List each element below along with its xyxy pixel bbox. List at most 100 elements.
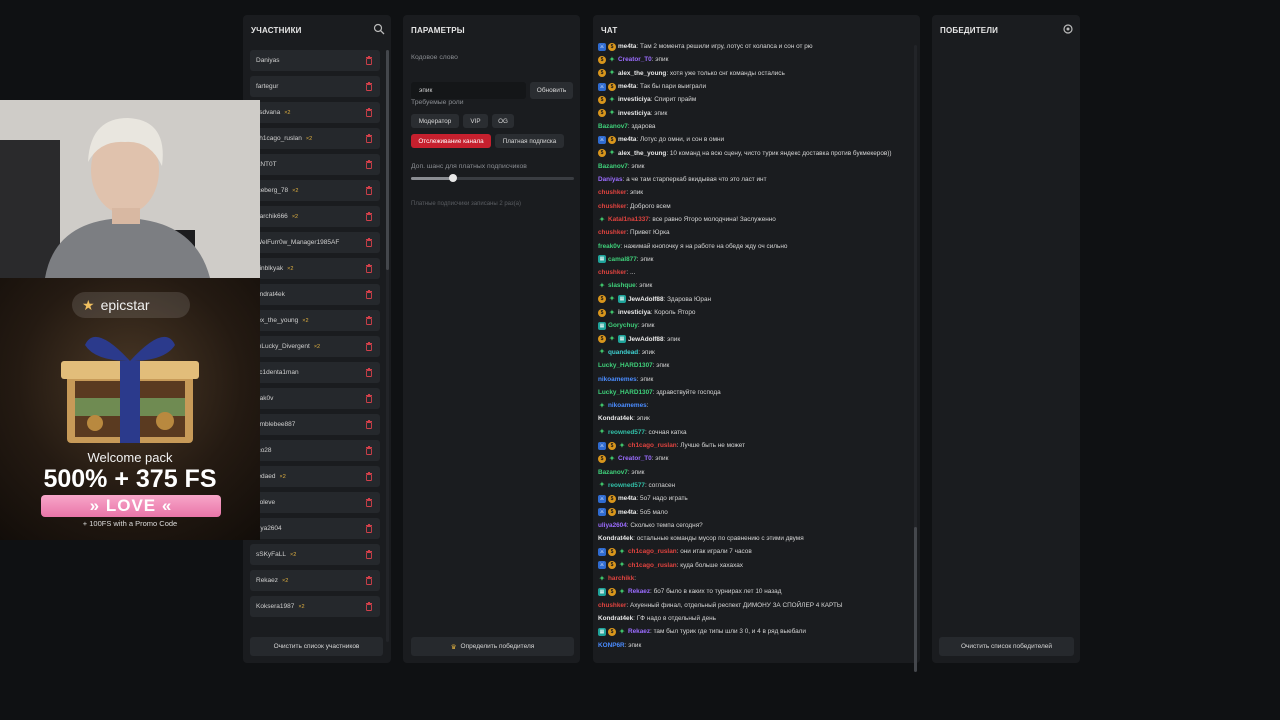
chat-username[interactable]: Bazanov7 <box>598 469 628 476</box>
keyword-input[interactable]: эпик <box>411 82 526 99</box>
chat-username[interactable]: chushker <box>598 229 626 236</box>
chat-username[interactable]: quandead <box>608 349 638 356</box>
participant-item[interactable]: iliya2604 <box>250 518 380 539</box>
participant-item[interactable]: ANT0T <box>250 154 380 175</box>
trash-icon[interactable] <box>365 446 373 455</box>
chat-username[interactable]: Rekaez <box>628 628 650 635</box>
chat-username[interactable]: Bazanov7 <box>598 163 628 170</box>
chat-username[interactable]: uliya2604 <box>598 522 627 529</box>
chat-username[interactable]: Gorychuy <box>608 322 638 329</box>
participant-item[interactable]: eak0v <box>250 388 380 409</box>
chat-username[interactable]: freak0v <box>598 243 620 250</box>
participant-item[interactable]: hinblkyak ×2 <box>250 258 380 279</box>
chat-username[interactable]: Creator_T0 <box>618 56 652 63</box>
participant-item[interactable]: ch1cago_ruslan ×2 <box>250 128 380 149</box>
chat-username[interactable]: investiciya <box>618 110 651 117</box>
trash-icon[interactable] <box>365 342 373 351</box>
participant-item[interactable]: ico28 <box>250 440 380 461</box>
trash-icon[interactable] <box>365 212 373 221</box>
role-og-chip[interactable]: OG <box>492 114 514 128</box>
chat-username[interactable]: reowned577 <box>608 429 645 436</box>
chat-username[interactable]: harchikk <box>608 575 634 582</box>
chat-username[interactable]: Kondrat4ek <box>598 415 633 422</box>
pick-winner-button[interactable]: ♛ Определить победителя <box>411 637 574 656</box>
chat-username[interactable]: JewAdolf88 <box>628 336 664 343</box>
participant-item[interactable]: ondrat4ek <box>250 284 380 305</box>
participant-item[interactable]: ledaed ×2 <box>250 466 380 487</box>
chat-username[interactable]: Rekaez <box>628 588 650 595</box>
chat-username[interactable]: chushker <box>598 269 626 276</box>
chat-username[interactable]: ch1cago_ruslan <box>628 442 677 449</box>
chat-username[interactable]: Lucky_HARD1307 <box>598 389 653 396</box>
trash-icon[interactable] <box>365 550 373 559</box>
chat-username[interactable]: ch1cago_ruslan <box>628 548 677 555</box>
chat-username[interactable]: KONP6R <box>598 642 625 649</box>
participant-item[interactable]: fartegur <box>250 76 380 97</box>
trash-icon[interactable] <box>365 264 373 273</box>
participant-item[interactable]: Rekaez ×2 <box>250 570 380 591</box>
update-button[interactable]: Обновить <box>530 82 573 99</box>
role-vip-chip[interactable]: VIP <box>463 114 488 128</box>
chat-username[interactable]: ch1cago_ruslan <box>628 562 677 569</box>
participant-item[interactable]: ksdvana ×2 <box>250 102 380 123</box>
participant-item[interactable]: cc1denta1man <box>250 362 380 383</box>
participant-item[interactable]: earchik666 ×2 <box>250 206 380 227</box>
trash-icon[interactable] <box>365 472 373 481</box>
chat-username[interactable]: Creator_T0 <box>618 455 652 462</box>
trash-icon[interactable] <box>365 576 373 585</box>
clear-winners-button[interactable]: Очистить список победителей <box>939 637 1074 656</box>
participant-item[interactable]: mLucky_Divergent ×2 <box>250 336 380 357</box>
chance-slider[interactable] <box>411 174 574 182</box>
chat-username[interactable]: me4ta <box>618 495 636 502</box>
chat-username[interactable]: Kondrat4ek <box>598 615 633 622</box>
chat-username[interactable]: me4ta <box>618 136 636 143</box>
chat-username[interactable]: me4ta <box>618 509 636 516</box>
participant-item[interactable]: sSKyFaLL ×2 <box>250 544 380 565</box>
chat-username[interactable]: Daniyas <box>598 176 623 183</box>
trash-icon[interactable] <box>365 160 373 169</box>
participant-item[interactable]: iceberg_78 ×2 <box>250 180 380 201</box>
chat-username[interactable]: camal877 <box>608 256 637 263</box>
ad-banner[interactable]: ★ epicstar Welcome pack 500% + 375 FS » … <box>0 278 260 540</box>
trash-icon[interactable] <box>365 238 373 247</box>
role-subscriber-chip[interactable]: Платная подписка <box>495 134 564 148</box>
trash-icon[interactable] <box>365 368 373 377</box>
participant-item[interactable]: lex_the_young ×2 <box>250 310 380 331</box>
refresh-icon[interactable] <box>1062 23 1074 35</box>
chat-username[interactable]: Kondrat4ek <box>598 535 633 542</box>
trash-icon[interactable] <box>365 498 373 507</box>
role-follow-chip[interactable]: Отслеживание канала <box>411 134 491 148</box>
chat-username[interactable]: Lucky_HARD1307 <box>598 362 653 369</box>
chat-username[interactable]: me4ta <box>618 43 636 50</box>
chat-username[interactable]: chushker <box>598 189 626 196</box>
participants-scrollbar-thumb[interactable] <box>386 50 389 270</box>
search-icon[interactable] <box>373 23 385 35</box>
participant-item[interactable]: umblebee887 <box>250 414 380 435</box>
chat-username[interactable]: investiciya <box>618 96 651 103</box>
trash-icon[interactable] <box>365 108 373 117</box>
trash-icon[interactable] <box>365 394 373 403</box>
chat-username[interactable]: nikoamemes <box>598 376 637 383</box>
participant-item[interactable]: noleve <box>250 492 380 513</box>
participant-item[interactable]: Daniyas <box>250 50 380 71</box>
chat-username[interactable]: alex_the_young <box>618 70 666 77</box>
chat-username[interactable]: Katal1na1337 <box>608 216 649 223</box>
chat-scrollbar-thumb[interactable] <box>914 527 917 672</box>
chat-username[interactable]: alex_the_young <box>618 150 666 157</box>
trash-icon[interactable] <box>365 420 373 429</box>
clear-participants-button[interactable]: Очистить список участников <box>250 637 383 656</box>
chat-username[interactable]: reowned577 <box>608 482 645 489</box>
chat-username[interactable]: Bazanov7 <box>598 123 628 130</box>
trash-icon[interactable] <box>365 316 373 325</box>
trash-icon[interactable] <box>365 56 373 65</box>
trash-icon[interactable] <box>365 82 373 91</box>
participant-item[interactable]: Koksera1987 ×2 <box>250 596 380 617</box>
chat-username[interactable]: chushker <box>598 203 626 210</box>
chat-username[interactable]: JewAdolf88 <box>628 296 664 303</box>
chat-username[interactable]: chushker <box>598 602 626 609</box>
role-moderator-chip[interactable]: Модератор <box>411 114 459 128</box>
chat-username[interactable]: me4ta <box>618 83 636 90</box>
ad-promo-button[interactable]: » LOVE « <box>41 495 221 517</box>
participant-item[interactable]: WelFurr0w_Manager1985AF <box>250 232 380 253</box>
chat-username[interactable]: nikoamemes <box>608 402 647 409</box>
